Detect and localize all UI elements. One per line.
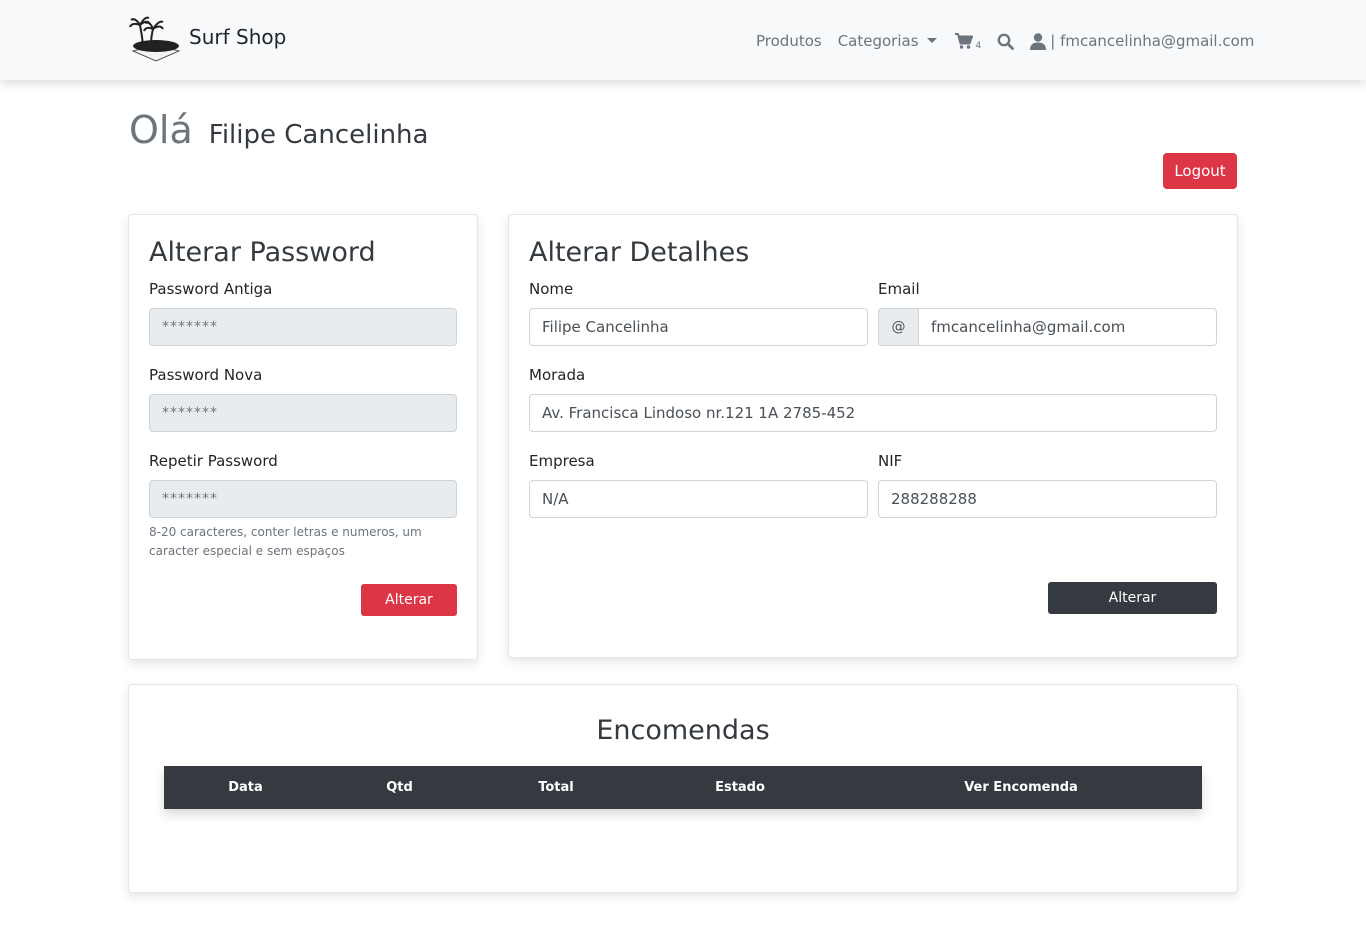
nif-label: NIF (878, 452, 903, 470)
cart-icon (954, 33, 973, 49)
address-input[interactable]: Av. Francisca Lindoso nr.121 1A 2785-452 (529, 394, 1217, 432)
user-email: | fmcancelinha@gmail.com (1050, 32, 1255, 50)
chevron-down-icon (926, 38, 937, 43)
company-label: Empresa (529, 452, 595, 470)
email-at-addon: @ (878, 308, 919, 346)
change-password-title: Alterar Password (149, 237, 376, 268)
repeat-password-input[interactable]: ******* (149, 480, 457, 518)
change-details-title: Alterar Detalhes (529, 237, 750, 268)
nav-links: Produtos Categorias 4 | fmcancelinha@gma… (756, 30, 1254, 52)
name-label: Nome (529, 280, 574, 298)
password-rules-hint: 8-20 caracteres, conter letras e numeros… (149, 525, 422, 558)
column-header-data[interactable]: Data (164, 766, 327, 809)
column-header-ver-encomenda[interactable]: Ver Encomenda (840, 766, 1202, 809)
greeting-username: Filipe Cancelinha (208, 120, 429, 150)
island-logo-icon (129, 16, 181, 62)
nav-link-categorias: Categorias (837, 32, 919, 50)
nav-dropdown-categorias[interactable]: Categorias (838, 32, 937, 50)
logout-button[interactable]: Logout (1163, 153, 1237, 189)
company-input[interactable]: N/A (529, 480, 868, 518)
change-details-card: Alterar Detalhes Nome Filipe Cancelinha … (508, 214, 1238, 658)
change-password-card: Alterar Password Password Antiga *******… (128, 214, 478, 660)
address-label: Morada (529, 366, 586, 384)
name-input[interactable]: Filipe Cancelinha (529, 308, 868, 346)
user-icon (1030, 32, 1047, 50)
greeting: Olá Filipe Cancelinha (129, 108, 428, 152)
orders-card: Encomendas Data Qtd Total Estado Ver Enc… (128, 684, 1238, 893)
new-password-label: Password Nova (149, 366, 263, 384)
column-header-qtd[interactable]: Qtd (327, 766, 472, 809)
search-button[interactable] (997, 33, 1015, 50)
greeting-hello: Olá (129, 108, 193, 152)
new-password-input[interactable]: ******* (149, 394, 457, 432)
brand-name: Surf Shop (189, 25, 287, 49)
email-input[interactable]: fmcancelinha@gmail.com (918, 308, 1217, 346)
user-account-link[interactable]: | fmcancelinha@gmail.com (1030, 32, 1254, 50)
orders-table-header: Data Qtd Total Estado Ver Encomenda (164, 766, 1202, 809)
search-icon (997, 33, 1015, 50)
orders-title: Encomendas (596, 715, 770, 746)
navbar: Surf Shop Produtos Categorias 4 | fmcanc… (0, 0, 1366, 80)
cart-count-badge: 4 (975, 41, 982, 51)
change-password-submit-button[interactable]: Alterar (361, 584, 457, 616)
change-details-submit-button[interactable]: Alterar (1048, 582, 1217, 614)
repeat-password-label: Repetir Password (149, 452, 278, 470)
column-header-total[interactable]: Total (472, 766, 640, 809)
nav-link-produtos[interactable]: Produtos (756, 32, 822, 50)
email-label: Email (878, 280, 920, 298)
cart-link[interactable]: 4 (954, 33, 982, 51)
old-password-label: Password Antiga (149, 280, 273, 298)
old-password-input[interactable]: ******* (149, 308, 457, 346)
nif-input[interactable]: 288288288 (878, 480, 1217, 518)
column-header-estado[interactable]: Estado (640, 766, 840, 809)
brand[interactable]: Surf Shop (129, 15, 286, 63)
